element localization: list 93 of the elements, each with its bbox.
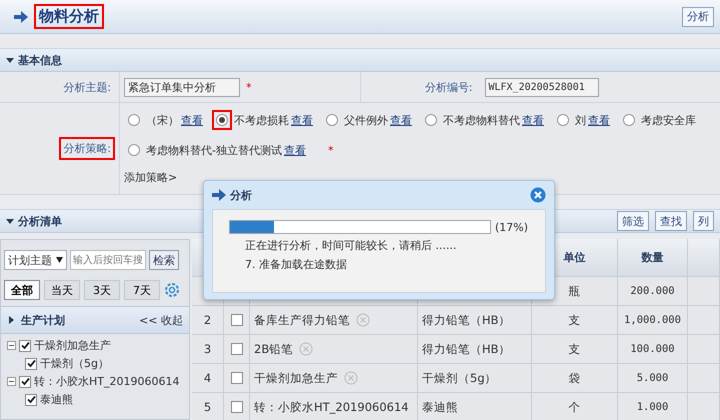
view-link[interactable]: 查看 (291, 112, 313, 128)
section-title: 基本信息 (18, 52, 62, 68)
table-cell: 得力铅笔（HB） (418, 306, 532, 335)
table-cell: 3 (192, 335, 224, 364)
view-link[interactable]: 查看 (390, 112, 412, 128)
caret-down-icon[interactable] (6, 217, 14, 225)
field-label: 分析编号: (424, 80, 474, 96)
empty-cell (688, 306, 720, 335)
toolbar-button[interactable]: 列 (693, 211, 714, 231)
table-cell: 支 (532, 335, 618, 364)
required-mark: * (246, 80, 252, 94)
radio-label: 刘 (575, 112, 586, 128)
table-cell: 5 (192, 393, 224, 420)
view-link[interactable]: 查看 (588, 112, 610, 128)
table-cell: 泰迪熊 (418, 393, 532, 420)
dialog-title: 分析 (230, 188, 252, 202)
progress-percent: (17%) (495, 220, 528, 234)
caret-right-icon[interactable] (7, 316, 15, 324)
dropdown-caret-icon[interactable] (56, 257, 63, 263)
checkbox[interactable] (230, 343, 242, 355)
step-message: 7. 准备加载在途数据 (244, 257, 348, 272)
column-header (688, 239, 720, 277)
table-cell: 干燥剂（5g） (418, 364, 532, 393)
group-title: 生产计划 (21, 312, 65, 328)
table-cell: 干燥剂加急生产 (254, 370, 338, 386)
table-cell: 5.000 (618, 364, 688, 393)
table-cell: 个 (532, 393, 618, 420)
search-field[interactable]: 输入后按回车搜 (70, 250, 146, 270)
collapse-toggle[interactable] (7, 341, 16, 350)
search-button[interactable]: 检索 (149, 250, 179, 270)
column-header: 数量 (618, 239, 688, 277)
tree-item[interactable]: 泰迪熊 (40, 392, 73, 407)
section-header[interactable]: 基本信息 (0, 48, 720, 72)
date-tab[interactable]: 全部 (4, 280, 40, 300)
radio-label: 不考虑损耗 (234, 112, 289, 128)
date-tab[interactable]: 当天 (44, 280, 80, 300)
radio-button[interactable] (212, 110, 232, 130)
empty-cell (688, 335, 720, 364)
toolbar-button[interactable]: 筛选 (617, 211, 649, 231)
arrow-right-icon (14, 10, 28, 22)
caret-down-icon[interactable] (6, 56, 14, 64)
table-cell: 转：小胶水HT_2019060614 (254, 400, 409, 414)
empty-cell (688, 277, 720, 306)
table-cell: 1.000 (618, 393, 688, 420)
checkbox[interactable] (230, 401, 242, 413)
checkbox[interactable] (230, 372, 242, 384)
table-cell: 得力铅笔（HB） (418, 335, 532, 364)
close-icon[interactable] (530, 187, 546, 203)
field-label: 分析策略: (59, 137, 115, 160)
radio-label: 不考虑物料替代 (443, 112, 520, 128)
table-cell: 4 (192, 364, 224, 393)
checkbox[interactable] (230, 314, 242, 326)
subject-field[interactable]: 紧急订单集中分析 (124, 78, 240, 96)
tree-item[interactable]: 转：小胶水HT_2019060614 (34, 374, 180, 389)
collapse-toggle[interactable] (7, 377, 16, 386)
page-title: 物料分析 (34, 4, 104, 29)
checkbox[interactable] (19, 340, 31, 352)
tree-item[interactable]: 干燥剂加急生产 (34, 338, 111, 353)
table-cell: 2B铅笔 (254, 342, 294, 356)
code-field[interactable]: WLFX_20200528001 (484, 78, 598, 96)
required-mark: * (328, 144, 334, 156)
toolbar-button[interactable]: 查找 (655, 211, 687, 231)
tree-item[interactable]: 干燥剂（5g） (40, 356, 109, 371)
collapse-link[interactable]: << 收起 (139, 312, 183, 328)
section-title: 分析清单 (18, 214, 62, 228)
checkbox[interactable] (25, 358, 37, 370)
table-cell: 袋 (532, 364, 618, 393)
empty-cell (688, 364, 720, 393)
table-cell: 200.000 (618, 277, 688, 306)
table-cell: 100.000 (618, 335, 688, 364)
table-cell: 1,000.000 (618, 306, 688, 335)
checkbox[interactable] (19, 376, 31, 388)
settings-icon[interactable] (164, 282, 180, 298)
view-link[interactable]: 查看 (284, 142, 306, 158)
radio-label: 考虑安全库 (641, 112, 696, 128)
add-strategy-link[interactable]: 添加策略> (124, 171, 178, 184)
table-cell: 备库生产得力铅笔 (254, 312, 350, 328)
status-message: 正在进行分析，时间可能较长，请稍后 ...... (244, 238, 458, 253)
radio-label: 考虑物料替代-独立替代测试 (146, 142, 282, 158)
date-tab[interactable]: 3天 (84, 280, 120, 300)
filter-select[interactable]: 计划主题 (4, 250, 67, 270)
field-label: 分析主题: (62, 80, 112, 96)
view-link[interactable]: 查看 (522, 112, 544, 128)
checkbox[interactable] (25, 394, 37, 406)
analyze-button[interactable]: 分析 (682, 6, 714, 26)
radio-label: 父件例外 (344, 112, 388, 128)
date-tab[interactable]: 7天 (124, 280, 160, 300)
group-header[interactable]: 生产计划 << 收起 (1, 306, 189, 334)
table-cell: 支 (532, 306, 618, 335)
view-link[interactable]: 查看 (181, 112, 203, 128)
arrow-right-icon (212, 189, 226, 201)
radio-label: （宋） (146, 112, 179, 128)
table-cell: 2 (192, 306, 224, 335)
